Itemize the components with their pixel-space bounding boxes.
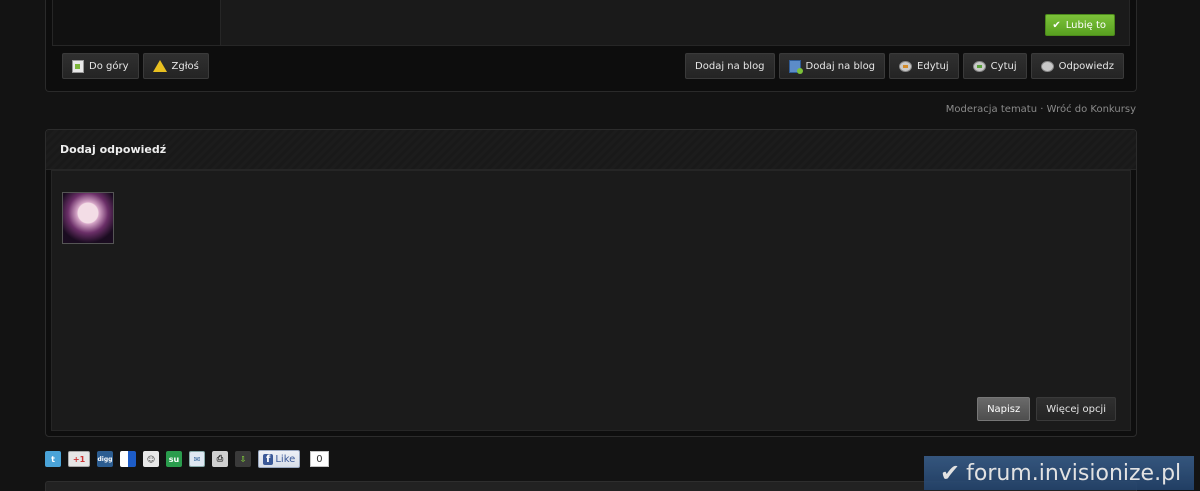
- google-plus-icon[interactable]: +1: [68, 451, 90, 467]
- quick-reply-box: Dodaj odpowiedź Napisz Więcej opcji: [45, 129, 1137, 437]
- moderate-topic-link[interactable]: Moderacja tematu: [946, 104, 1037, 115]
- add-to-blog-icon-button[interactable]: Dodaj na blog: [778, 53, 886, 79]
- back-to-top-button[interactable]: Do góry: [62, 53, 139, 79]
- reddit-icon[interactable]: ☺: [143, 451, 159, 467]
- share-bar: t +1 digg ☺ su ✉ ⎙ ⇩ f Like 0: [45, 450, 329, 468]
- stumbleupon-icon[interactable]: su: [166, 451, 182, 467]
- reply-bubble-icon: [1040, 60, 1054, 72]
- reply-button[interactable]: Odpowiedz: [1030, 53, 1124, 79]
- report-button[interactable]: Zgłoś: [142, 53, 209, 79]
- back-to-top-label: Do góry: [89, 60, 129, 72]
- post-controls-left: Do góry Zgłoś: [62, 53, 209, 80]
- post-controls: Do góry Zgłoś Dodaj na blog Dodaj na blo…: [62, 53, 1124, 80]
- back-to-forum-link[interactable]: Wróć do Konkursy: [1047, 104, 1136, 115]
- facebook-like-count: 0: [310, 451, 329, 467]
- quote-label: Cytuj: [990, 60, 1017, 72]
- watermark: ✔ forum.invisionize.pl: [924, 456, 1194, 490]
- quote-bubble-icon: [972, 60, 986, 72]
- reply-label: Odpowiedz: [1058, 60, 1114, 72]
- edit-label: Edytuj: [917, 60, 949, 72]
- avatar: [62, 192, 114, 244]
- blog-icon: [788, 59, 803, 74]
- edit-button[interactable]: Edytuj: [889, 53, 959, 79]
- facebook-like-button[interactable]: f Like: [258, 450, 301, 468]
- page-up-icon: [72, 59, 84, 73]
- post-author-column: [53, 0, 221, 45]
- quick-reply-actions: Napisz Więcej opcji: [977, 397, 1116, 421]
- edit-bubble-icon: [899, 60, 913, 72]
- checkmark-logo-icon: ✔: [940, 459, 961, 487]
- twitter-icon[interactable]: t: [45, 451, 61, 467]
- post-body: ✔ Lubię to: [52, 0, 1130, 46]
- watermark-text: forum.invisionize.pl: [966, 460, 1182, 486]
- more-options-button[interactable]: Więcej opcji: [1036, 397, 1116, 421]
- post-container: ✔ Lubię to Do góry Zgłoś Dodaj na blog D…: [45, 0, 1137, 92]
- email-icon[interactable]: ✉: [189, 451, 205, 467]
- print-icon[interactable]: ⎙: [212, 451, 228, 467]
- add-to-blog-label: Dodaj na blog: [695, 60, 765, 72]
- moderation-links: Moderacja tematu · Wróć do Konkursy: [946, 104, 1136, 115]
- like-button-label: Lubię to: [1065, 19, 1106, 31]
- facebook-icon: f: [263, 453, 274, 465]
- add-to-blog-icon-label: Dodaj na blog: [805, 60, 876, 72]
- download-icon[interactable]: ⇩: [235, 451, 251, 467]
- post-controls-right: Dodaj na blog Dodaj na blog Edytuj Cytuj…: [685, 53, 1124, 80]
- add-to-blog-button[interactable]: Dodaj na blog: [685, 53, 775, 79]
- moderation-separator: ·: [1040, 104, 1044, 115]
- like-button[interactable]: ✔ Lubię to: [1045, 14, 1115, 36]
- quote-button[interactable]: Cytuj: [962, 53, 1027, 79]
- quick-reply-title: Dodaj odpowiedź: [46, 130, 1136, 170]
- digg-icon[interactable]: digg: [97, 451, 113, 467]
- facebook-like-label: Like: [275, 453, 296, 465]
- submit-reply-button[interactable]: Napisz: [977, 397, 1031, 421]
- quick-reply-body[interactable]: Napisz Więcej opcji: [51, 170, 1131, 431]
- delicious-icon[interactable]: [120, 451, 136, 467]
- warning-icon: [152, 60, 167, 72]
- report-label: Zgłoś: [171, 60, 199, 72]
- checkmark-icon: ✔: [1052, 19, 1061, 31]
